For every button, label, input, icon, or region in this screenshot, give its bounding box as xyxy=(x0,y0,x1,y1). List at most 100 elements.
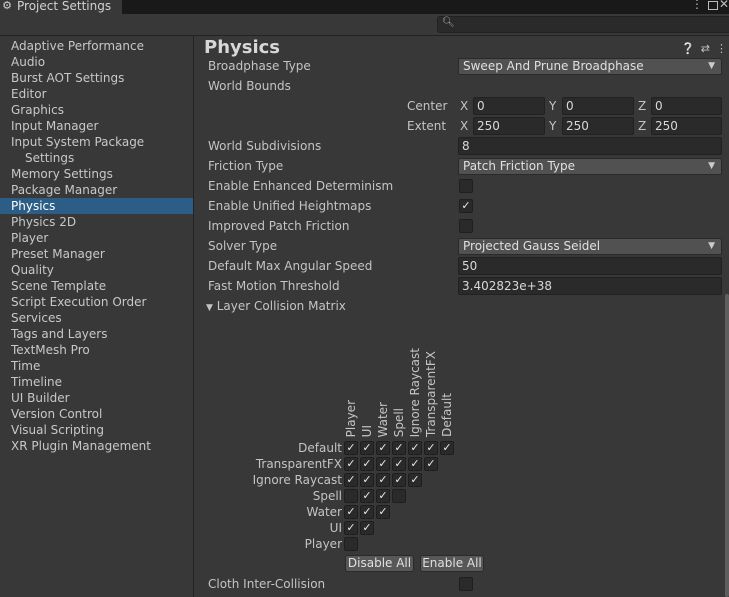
layer-collision-matrix-foldout[interactable]: ▼ Layer Collision Matrix xyxy=(206,297,346,315)
chevron-down-icon: ▼ xyxy=(708,61,715,71)
sidebar-item-graphics[interactable]: Graphics xyxy=(0,102,193,118)
sidebar-item-preset-manager[interactable]: Preset Manager xyxy=(0,246,193,262)
extent-x-field[interactable]: 250 xyxy=(473,117,545,135)
matrix-checkbox[interactable]: ✓ xyxy=(408,473,422,487)
sidebar-item-audio[interactable]: Audio xyxy=(0,54,193,70)
sidebar-item-input-manager[interactable]: Input Manager xyxy=(0,118,193,134)
matrix-checkbox[interactable]: ✓ xyxy=(376,457,390,471)
sidebar-item-textmesh-pro[interactable]: TextMesh Pro xyxy=(0,342,193,358)
matrix-checkbox[interactable]: ✓ xyxy=(376,489,390,503)
center-x-field[interactable]: 0 xyxy=(473,97,545,115)
window-tab[interactable]: ⚙ Project Settings xyxy=(0,0,122,14)
matrix-checkbox[interactable]: ✓ xyxy=(392,457,406,471)
matrix-checkbox[interactable]: ✓ xyxy=(360,489,374,503)
matrix-checkbox[interactable] xyxy=(392,489,406,503)
sidebar-item-services[interactable]: Services xyxy=(0,310,193,326)
world-subdivisions-field[interactable]: 8 xyxy=(458,137,722,155)
matrix-row-label: Spell xyxy=(312,489,342,503)
center-z-label: Z xyxy=(638,99,647,113)
sidebar-item-player[interactable]: Player xyxy=(0,230,193,246)
extent-y-field[interactable]: 250 xyxy=(562,117,634,135)
matrix-checkbox[interactable]: ✓ xyxy=(376,473,390,487)
extent-z-field[interactable]: 250 xyxy=(651,117,722,135)
broadphase-label: Broadphase Type xyxy=(208,59,311,73)
sidebar-item-version-control[interactable]: Version Control xyxy=(0,406,193,422)
search-input[interactable]: 🔍︎ xyxy=(437,16,729,33)
sidebar-item-visual-scripting[interactable]: Visual Scripting xyxy=(0,422,193,438)
matrix-checkbox[interactable]: ✓ xyxy=(360,441,374,455)
matrix-row-label: Ignore Raycast xyxy=(252,473,342,487)
sidebar-item-physics-2d[interactable]: Physics 2D xyxy=(0,214,193,230)
broadphase-dropdown[interactable]: Sweep And Prune Broadphase ▼ xyxy=(458,58,722,75)
sidebar-item-scene-template[interactable]: Scene Template xyxy=(0,278,193,294)
matrix-checkbox[interactable]: ✓ xyxy=(360,505,374,519)
improved-patch-friction-checkbox[interactable] xyxy=(459,219,473,233)
enhanced-determinism-checkbox[interactable] xyxy=(459,179,473,193)
max-angular-speed-field[interactable]: 50 xyxy=(458,257,722,275)
matrix-checkbox[interactable]: ✓ xyxy=(344,505,358,519)
center-z-field[interactable]: 0 xyxy=(651,97,722,115)
matrix-checkbox[interactable]: ✓ xyxy=(360,521,374,535)
solver-type-dropdown[interactable]: Projected Gauss Seidel ▼ xyxy=(458,238,722,255)
kebab-menu-icon[interactable]: ⋮ xyxy=(691,0,703,11)
sidebar-item-input-system-settings[interactable]: Settings xyxy=(0,150,193,166)
chevron-down-icon: ▼ xyxy=(708,241,715,251)
search-icon: 🔍︎ xyxy=(442,17,455,28)
cloth-inter-collision-checkbox[interactable] xyxy=(459,577,473,591)
center-y-field[interactable]: 0 xyxy=(562,97,634,115)
matrix-checkbox[interactable]: ✓ xyxy=(376,441,390,455)
matrix-row-label: Water xyxy=(306,505,342,519)
maximize-icon[interactable] xyxy=(708,1,718,10)
close-icon[interactable]: ✕ xyxy=(719,0,729,11)
matrix-checkbox[interactable]: ✓ xyxy=(376,505,390,519)
solver-type-label: Solver Type xyxy=(208,239,278,253)
page-title: Physics xyxy=(204,37,281,58)
sidebar-item-input-system-package[interactable]: Input System Package xyxy=(0,134,193,150)
sidebar-item-physics[interactable]: Physics xyxy=(0,198,193,214)
kebab-menu-icon[interactable]: ⋮ xyxy=(716,42,727,55)
enable-all-button[interactable]: Enable All xyxy=(420,555,484,572)
extent-z-label: Z xyxy=(638,119,647,133)
matrix-checkbox[interactable]: ✓ xyxy=(344,441,358,455)
matrix-checkbox[interactable]: ✓ xyxy=(344,473,358,487)
help-icon[interactable]: ❔ xyxy=(681,42,695,55)
matrix-checkbox[interactable]: ✓ xyxy=(424,457,438,471)
friction-type-dropdown[interactable]: Patch Friction Type ▼ xyxy=(458,158,722,175)
matrix-checkbox[interactable] xyxy=(344,537,358,551)
solver-type-value: Projected Gauss Seidel xyxy=(463,239,601,253)
sidebar-item-ui-builder[interactable]: UI Builder xyxy=(0,390,193,406)
scrollbar[interactable] xyxy=(725,294,729,597)
sidebar-item-timeline[interactable]: Timeline xyxy=(0,374,193,390)
sidebar-item-time[interactable]: Time xyxy=(0,358,193,374)
friction-type-label: Friction Type xyxy=(208,159,284,173)
matrix-checkbox[interactable]: ✓ xyxy=(344,457,358,471)
matrix-checkbox[interactable]: ✓ xyxy=(360,457,374,471)
sidebar-item-quality[interactable]: Quality xyxy=(0,262,193,278)
sidebar-item-script-execution-order[interactable]: Script Execution Order xyxy=(0,294,193,310)
sidebar-item-memory-settings[interactable]: Memory Settings xyxy=(0,166,193,182)
sidebar-item-tags-and-layers[interactable]: Tags and Layers xyxy=(0,326,193,342)
layer-collision-matrix-label: Layer Collision Matrix xyxy=(216,299,346,313)
fast-motion-threshold-field[interactable]: 3.402823e+38 xyxy=(458,277,722,295)
matrix-checkbox[interactable] xyxy=(344,489,358,503)
sidebar-item-adaptive-performance[interactable]: Adaptive Performance xyxy=(0,38,193,54)
disable-all-button[interactable]: Disable All xyxy=(345,555,414,572)
header-icons: ❔ ⇄ ⋮ xyxy=(681,42,727,55)
cloth-inter-collision-label: Cloth Inter-Collision xyxy=(208,577,326,591)
sidebar-item-xr-plugin-management[interactable]: XR Plugin Management xyxy=(0,438,193,454)
sliders-icon[interactable]: ⇄ xyxy=(701,42,710,55)
unified-heightmaps-checkbox[interactable]: ✓ xyxy=(459,199,473,213)
sidebar-item-package-manager[interactable]: Package Manager xyxy=(0,182,193,198)
matrix-row-label: Player xyxy=(304,537,342,551)
matrix-checkbox[interactable]: ✓ xyxy=(408,457,422,471)
matrix-checkbox[interactable]: ✓ xyxy=(408,441,422,455)
matrix-checkbox[interactable]: ✓ xyxy=(360,473,374,487)
sidebar-item-editor[interactable]: Editor xyxy=(0,86,193,102)
matrix-checkbox[interactable]: ✓ xyxy=(392,473,406,487)
enhanced-determinism-label: Enable Enhanced Determinism xyxy=(208,179,394,193)
matrix-checkbox[interactable]: ✓ xyxy=(392,441,406,455)
matrix-checkbox[interactable]: ✓ xyxy=(344,521,358,535)
sidebar-item-burst-aot[interactable]: Burst AOT Settings xyxy=(0,70,193,86)
matrix-checkbox[interactable]: ✓ xyxy=(440,441,454,455)
matrix-checkbox[interactable]: ✓ xyxy=(424,441,438,455)
